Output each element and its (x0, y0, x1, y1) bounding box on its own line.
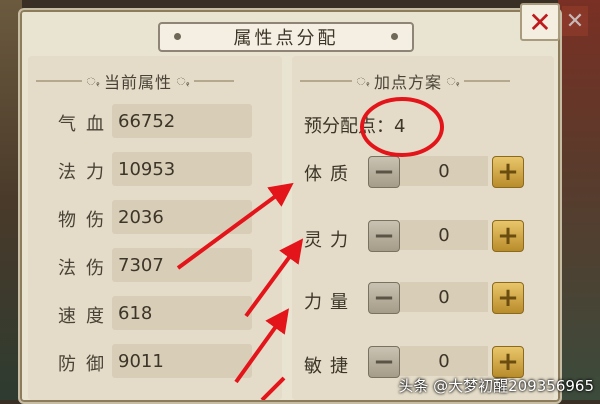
stat-label-speed: 速度 (58, 306, 114, 327)
spirit-minus-button[interactable]: − (368, 220, 400, 252)
header-divider-left (36, 80, 82, 82)
allocation-header: ꩻ 加点方案 ꩻ (300, 70, 546, 92)
pending-points: 预分配点：4 (304, 112, 405, 138)
agility-minus-button[interactable]: − (368, 346, 400, 378)
plus-icon: + (497, 283, 519, 313)
current-attributes-title: 当前属性 (103, 73, 172, 92)
constitution-value: 0 (400, 156, 488, 186)
title-ornament-right (391, 33, 398, 40)
close-button[interactable]: ✕ (520, 3, 560, 41)
stat-value-physical-damage: 2036 (112, 200, 252, 234)
stat-value-speed: 618 (112, 296, 252, 330)
scroll-ornament-icon: ꩻ (86, 70, 100, 89)
plus-icon: + (497, 347, 519, 377)
minus-icon: − (373, 157, 395, 187)
close-icon: ✕ (528, 5, 552, 39)
minus-icon: − (373, 221, 395, 251)
stat-value-mana: 10953 (112, 152, 252, 186)
pending-points-label: 预分配点： (304, 116, 394, 137)
watermark: 头条 @大梦初醒209356965 (398, 377, 594, 395)
header-divider-right (193, 80, 234, 82)
strength-value: 0 (400, 282, 488, 312)
scroll-ornament-icon: ꩻ (356, 70, 370, 89)
minus-icon: − (373, 283, 395, 313)
dialog-title: 属性点分配 (233, 28, 339, 49)
header-divider-left (300, 80, 352, 82)
scroll-ornament-icon: ꩻ (175, 70, 190, 89)
agility-plus-button[interactable]: + (492, 346, 524, 378)
current-attributes-header: ꩻ 当前属性 ꩻ (36, 70, 276, 92)
strength-plus-button[interactable]: + (492, 282, 524, 314)
title-ornament-left (174, 33, 181, 40)
constitution-plus-button[interactable]: + (492, 156, 524, 188)
header-divider-right (463, 80, 510, 82)
plus-icon: + (497, 221, 519, 251)
pending-points-value: 4 (394, 116, 406, 137)
background-close-icon: ✕ (562, 6, 588, 36)
stat-value-magic-damage: 7307 (112, 248, 252, 282)
stat-label-defense: 防御 (58, 354, 114, 375)
stat-label-magic-damage: 法伤 (58, 258, 114, 279)
stat-value-defense: 9011 (112, 344, 252, 378)
plus-icon: + (497, 157, 519, 187)
spirit-value: 0 (400, 220, 488, 250)
spirit-plus-button[interactable]: + (492, 220, 524, 252)
agility-value: 0 (400, 346, 488, 376)
alloc-label-constitution: 体质 (304, 164, 356, 185)
background-right (558, 0, 600, 400)
alloc-label-spirit: 灵力 (304, 230, 356, 251)
strength-minus-button[interactable]: − (368, 282, 400, 314)
stat-label-physical-damage: 物伤 (58, 210, 114, 231)
stat-label-hp: 气血 (58, 114, 114, 135)
dialog-title-bar: 属性点分配 (158, 22, 414, 52)
alloc-label-strength: 力量 (304, 292, 356, 313)
alloc-label-agility: 敏捷 (304, 356, 356, 377)
constitution-minus-button[interactable]: − (368, 156, 400, 188)
stat-label-mana: 法力 (58, 162, 114, 183)
minus-icon: − (373, 347, 395, 377)
stat-value-hp: 66752 (112, 104, 252, 138)
scroll-ornament-icon: ꩻ (445, 70, 460, 89)
allocation-title: 加点方案 (373, 73, 442, 92)
